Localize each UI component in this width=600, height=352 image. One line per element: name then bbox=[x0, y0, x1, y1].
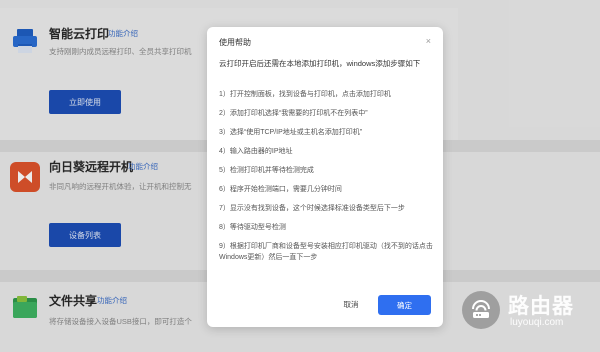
step-item: 5）检测打印机并等待检测完成 bbox=[219, 167, 314, 174]
step-item: 9）根据打印机厂商和设备型号安装相应打印机驱动（找不到的话点击Windows更新… bbox=[219, 243, 433, 261]
confirm-button[interactable]: 确定 bbox=[378, 295, 431, 315]
dialog-title: 使用帮助 bbox=[219, 38, 251, 47]
step-item: 2）添加打印机选择“我需要的打印机不在列表中” bbox=[219, 110, 368, 117]
step-item: 3）选择“使用TCP/IP地址或主机名添加打印机” bbox=[219, 129, 363, 136]
close-icon[interactable]: × bbox=[426, 36, 431, 46]
watermark-name: 路由器 bbox=[508, 295, 574, 318]
step-item: 4）输入路由器的IP地址 bbox=[219, 148, 293, 155]
router-logo-icon bbox=[462, 291, 500, 329]
watermark-url: luyouqi.com bbox=[510, 317, 564, 328]
step-item: 7）显示没有找到设备，这个时候选择标准设备类型后下一步 bbox=[219, 205, 405, 212]
steps-list: 1）打开控制面板，找到设备与打印机，点击添加打印机 2）添加打印机选择“我需要的… bbox=[219, 89, 433, 271]
help-dialog: 使用帮助 × 云打印开启后还需在本地添加打印机，windows添加步骤如下 1）… bbox=[207, 27, 443, 327]
watermark: 路由器 luyouqi.com bbox=[458, 288, 600, 352]
cancel-button[interactable]: 取消 bbox=[337, 296, 365, 312]
step-item: 8）等待驱动型号检测 bbox=[219, 224, 286, 231]
step-item: 1）打开控制面板，找到设备与打印机，点击添加打印机 bbox=[219, 91, 391, 98]
dialog-intro: 云打印开启后还需在本地添加打印机，windows添加步骤如下 bbox=[219, 59, 421, 68]
step-item: 6）程序开始检测端口，需要几分钟时间 bbox=[219, 186, 342, 193]
